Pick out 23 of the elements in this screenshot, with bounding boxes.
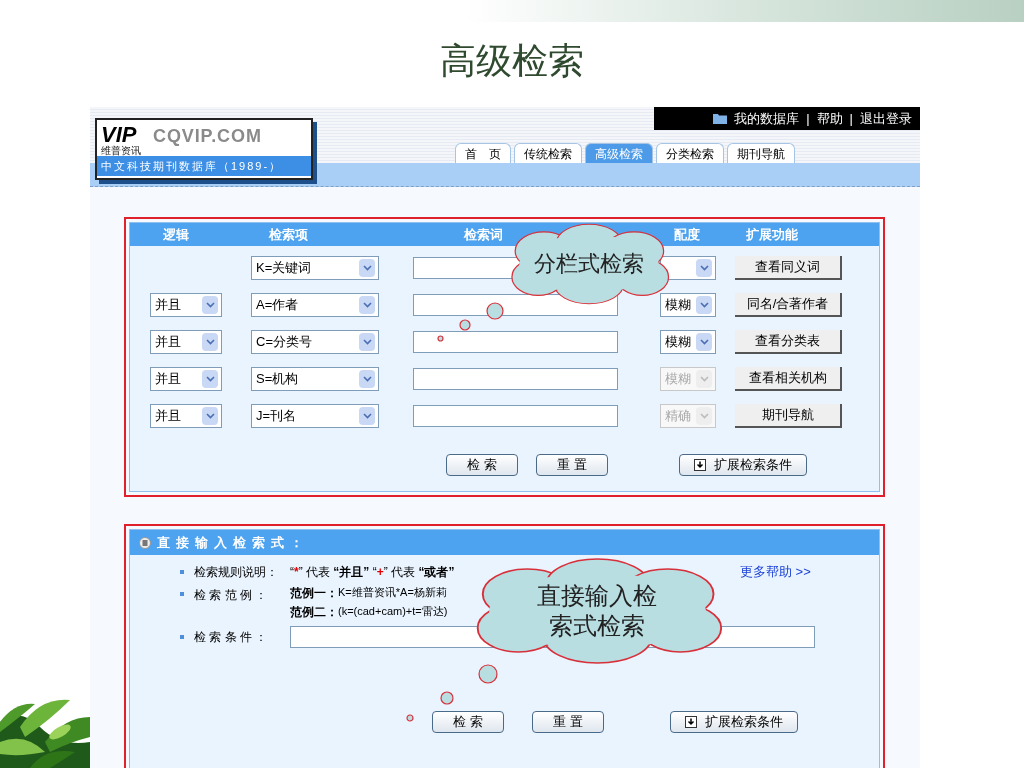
separator-text: | — [806, 109, 810, 128]
column-header: 检索词 — [462, 225, 504, 244]
slide-title: 高级检索 — [440, 38, 584, 83]
logo-mark: VIP — [101, 124, 137, 146]
field-label: 检 索 条 件 ： — [194, 629, 269, 646]
logo-subtitle: 维普资讯 — [101, 146, 141, 156]
example-label: 范例一： — [290, 584, 338, 602]
example-text: K=维普资讯*A=杨新莉 — [338, 585, 447, 601]
example-text: (k=(cad+cam)+t=雷达) — [338, 604, 448, 620]
callout-text: 分栏式检索 — [533, 250, 645, 278]
column-header: 逻辑 — [162, 225, 190, 244]
logo-domain: CQVIP.COM — [153, 125, 262, 148]
rule-description: “*” 代表 “并且” “+” 代表 “或者” — [290, 564, 456, 581]
logo-caption: 中文科技期刊数据库（1989-） — [97, 156, 311, 176]
separator-text: | — [849, 109, 853, 128]
column-header: 配度 — [673, 225, 701, 244]
callout-text: 直接输入检索式检索 — [536, 581, 659, 641]
field-label: 检 索 范 例 ： — [194, 587, 269, 604]
section-title: 直接输入检索式： — [157, 533, 309, 552]
field-label: 检索规则说明： — [194, 564, 279, 581]
example-label: 范例二： — [290, 603, 338, 621]
column-header: 检索项 — [267, 225, 309, 244]
column-header: 扩展功能 — [745, 225, 799, 244]
